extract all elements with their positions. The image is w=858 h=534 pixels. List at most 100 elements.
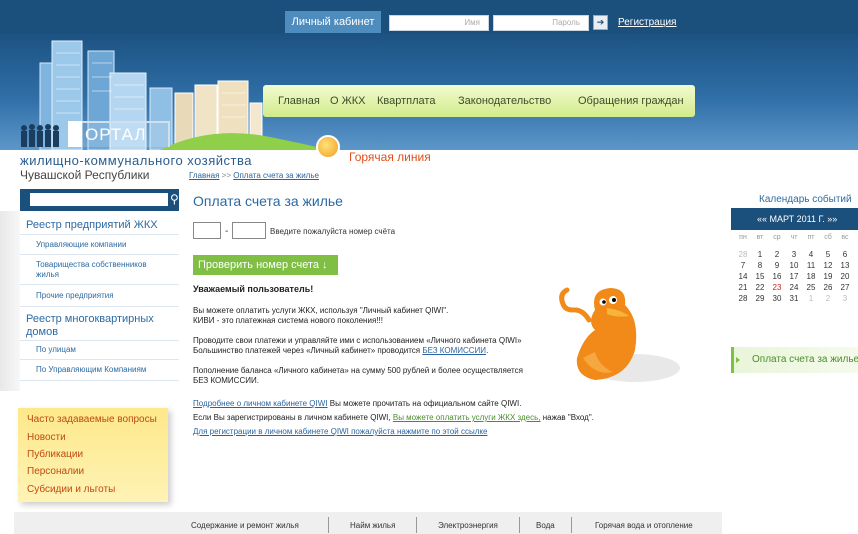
calendar-day[interactable]: 22 bbox=[752, 283, 768, 292]
sidebar-item-by-companies[interactable]: По Управляющим Компаниям bbox=[36, 365, 146, 374]
nav-legislation[interactable]: Законодательство bbox=[458, 95, 551, 107]
qiwi-more-link[interactable]: Подробнее о личном кабинете QIWI bbox=[193, 399, 328, 408]
paragraph-6: Для регистрации в личном кабинете QIWI п… bbox=[193, 427, 487, 437]
calendar-day[interactable]: 13 bbox=[837, 261, 853, 270]
calendar-day[interactable]: 15 bbox=[752, 272, 768, 281]
hotline-icon[interactable] bbox=[316, 135, 340, 159]
calendar-day[interactable]: 4 bbox=[803, 250, 819, 259]
calendar-day[interactable]: 20 bbox=[837, 272, 853, 281]
calendar-day[interactable]: 14 bbox=[735, 272, 751, 281]
calendar-day[interactable]: 29 bbox=[752, 294, 768, 303]
hotline-link[interactable]: Горячая линия bbox=[349, 150, 431, 164]
calendar-title: Календарь событий bbox=[759, 194, 852, 205]
link-news[interactable]: Новости bbox=[27, 432, 66, 443]
text-span: Вы можете прочитать на официальном сайте… bbox=[327, 399, 522, 408]
account-prefix-input[interactable] bbox=[193, 222, 221, 239]
sidebar-item-management-companies[interactable]: Управляющие компании bbox=[36, 240, 126, 249]
breadcrumb-current[interactable]: Оплата счета за жилье bbox=[233, 171, 319, 180]
link-faq[interactable]: Часто задаваемые вопросы bbox=[27, 414, 157, 425]
main-navigation: Главная О ЖКХ Квартплата Законодательств… bbox=[263, 85, 695, 117]
register-link[interactable]: Регистрация bbox=[618, 17, 676, 28]
calendar-month-nav[interactable]: «« МАРТ 2011 Г. »» bbox=[731, 208, 858, 230]
calendar-day[interactable]: 3 bbox=[786, 250, 802, 259]
breadcrumb-separator: >> bbox=[219, 171, 234, 180]
text-line: Пополнение баланса «Личного кабинета» на… bbox=[193, 366, 523, 375]
search-icon[interactable]: ⚲ bbox=[170, 193, 179, 206]
calendar-day[interactable]: 11 bbox=[803, 261, 819, 270]
divider bbox=[519, 517, 520, 533]
calendar-day[interactable]: 30 bbox=[769, 294, 785, 303]
calendar-day[interactable]: 28 bbox=[735, 294, 751, 303]
calendar-day[interactable]: 21 bbox=[735, 283, 751, 292]
calendar-day[interactable]: 31 bbox=[786, 294, 802, 303]
nav-home[interactable]: Главная bbox=[278, 95, 320, 107]
footer-rent-housing[interactable]: Найм жилья bbox=[350, 521, 395, 530]
footer-water[interactable]: Вода bbox=[536, 521, 555, 530]
nav-about-zhkh[interactable]: О ЖКХ bbox=[330, 95, 366, 107]
no-commission-link[interactable]: БЕЗ КОМИССИИ bbox=[422, 346, 486, 355]
calendar-day[interactable]: 7 bbox=[735, 261, 751, 270]
calendar-day[interactable]: 18 bbox=[803, 272, 819, 281]
calendar-weekday: пн bbox=[739, 234, 747, 241]
pay-rent-link[interactable]: Оплата счета за жилье bbox=[731, 347, 858, 373]
calendar-day[interactable]: 19 bbox=[820, 272, 836, 281]
portal-region: Чувашской Республики bbox=[20, 168, 150, 182]
divider bbox=[20, 284, 179, 285]
calendar-day[interactable]: 3 bbox=[837, 294, 853, 303]
calendar-day[interactable]: 1 bbox=[752, 250, 768, 259]
calendar-day[interactable]: 5 bbox=[820, 250, 836, 259]
login-go-button[interactable]: ➔ bbox=[593, 15, 608, 30]
nav-rent[interactable]: Квартплата bbox=[377, 95, 435, 107]
calendar-day[interactable]: 12 bbox=[820, 261, 836, 270]
calendar-day[interactable]: 16 bbox=[769, 272, 785, 281]
check-account-button[interactable]: Проверить номер счета ↓ bbox=[193, 255, 338, 275]
footer-hot-water-heating[interactable]: Горячая вода и отопление bbox=[595, 521, 693, 530]
calendar-day[interactable]: 17 bbox=[786, 272, 802, 281]
divider bbox=[416, 517, 417, 533]
divider bbox=[571, 517, 572, 533]
nav-citizen-appeals[interactable]: Обращения граждан bbox=[578, 95, 684, 107]
sidebar-item-by-streets[interactable]: По улицам bbox=[36, 345, 76, 354]
breadcrumb: Главная >> Оплата счета за жилье bbox=[189, 171, 319, 180]
login-input[interactable]: Имя bbox=[389, 15, 489, 31]
sidebar-item-other-enterprises[interactable]: Прочие предприятия bbox=[36, 291, 114, 300]
calendar-day[interactable]: 1 bbox=[803, 294, 819, 303]
sidebar-section-apartment-buildings[interactable]: Реестр многоквартирных домов bbox=[26, 313, 166, 339]
footer-maintenance[interactable]: Содержание и ремонт жилья bbox=[191, 521, 299, 530]
page-title: Оплата счета за жилье bbox=[193, 193, 343, 209]
calendar-day[interactable]: 23 bbox=[769, 283, 785, 292]
qiwi-register-link[interactable]: Для регистрации в личном кабинете QIWI п… bbox=[193, 427, 487, 436]
calendar-day[interactable]: 25 bbox=[803, 283, 819, 292]
password-input[interactable]: Пароль bbox=[493, 15, 589, 31]
breadcrumb-home[interactable]: Главная bbox=[189, 171, 219, 180]
calendar-day[interactable]: 28 bbox=[735, 250, 751, 259]
calendar-weekday: чт bbox=[790, 234, 798, 241]
left-shadow bbox=[0, 211, 20, 391]
pay-here-link[interactable]: Вы можете оплатить услуги ЖКХ здесь, bbox=[393, 413, 541, 422]
text-line: БЕЗ КОМИССИИ. bbox=[193, 376, 259, 385]
sidebar-item-hoa[interactable]: Товарищества собственников жилья bbox=[36, 260, 166, 280]
calendar-day[interactable]: 2 bbox=[820, 294, 836, 303]
calendar-day[interactable]: 26 bbox=[820, 283, 836, 292]
link-personalities[interactable]: Персоналии bbox=[27, 466, 84, 477]
calendar-day[interactable]: 10 bbox=[786, 261, 802, 270]
link-subsidies[interactable]: Субсидии и льготы bbox=[27, 484, 115, 495]
calendar-day[interactable]: 6 bbox=[837, 250, 853, 259]
sidebar-section-enterprises[interactable]: Реестр предприятий ЖКХ bbox=[26, 219, 158, 231]
link-publications[interactable]: Публикации bbox=[27, 449, 83, 460]
footer-electricity[interactable]: Электроэнергия bbox=[438, 521, 498, 530]
quick-links-box: Часто задаваемые вопросы Новости Публика… bbox=[18, 408, 168, 502]
top-bar: Личный кабинет Имя Пароль ➔ Регистрация bbox=[0, 0, 858, 33]
calendar-day[interactable]: 2 bbox=[769, 250, 785, 259]
divider bbox=[20, 306, 179, 307]
calendar-day[interactable]: 24 bbox=[786, 283, 802, 292]
text-span: Если Вы зарегистрированы в личном кабине… bbox=[193, 413, 393, 422]
calendar-weekday: ср bbox=[773, 234, 781, 241]
account-number-input[interactable] bbox=[232, 222, 266, 239]
calendar-day[interactable]: 27 bbox=[837, 283, 853, 292]
personal-cabinet-tab[interactable]: Личный кабинет bbox=[285, 11, 381, 33]
calendar-day[interactable]: 9 bbox=[769, 261, 785, 270]
calendar-weekday: вс bbox=[841, 234, 849, 241]
calendar-day[interactable]: 8 bbox=[752, 261, 768, 270]
search-input[interactable] bbox=[30, 193, 168, 206]
